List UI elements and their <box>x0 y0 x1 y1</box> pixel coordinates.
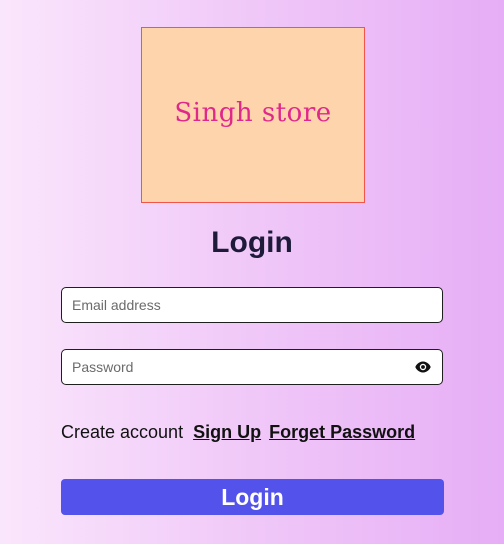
password-field-container <box>61 349 443 385</box>
store-logo: Singh store <box>141 27 365 203</box>
email-field-container <box>61 287 443 323</box>
login-button[interactable]: Login <box>61 479 444 515</box>
email-input[interactable] <box>62 288 442 322</box>
sign-up-link[interactable]: Sign Up <box>193 422 261 443</box>
page-title: Login <box>211 226 293 259</box>
eye-icon[interactable] <box>414 358 432 376</box>
logo-text: Singh store <box>174 98 332 128</box>
forget-password-link[interactable]: Forget Password <box>269 422 415 443</box>
account-links: Create account Sign Up Forget Password <box>61 422 415 443</box>
password-input[interactable] <box>62 350 414 384</box>
create-account-label: Create account <box>61 422 184 442</box>
